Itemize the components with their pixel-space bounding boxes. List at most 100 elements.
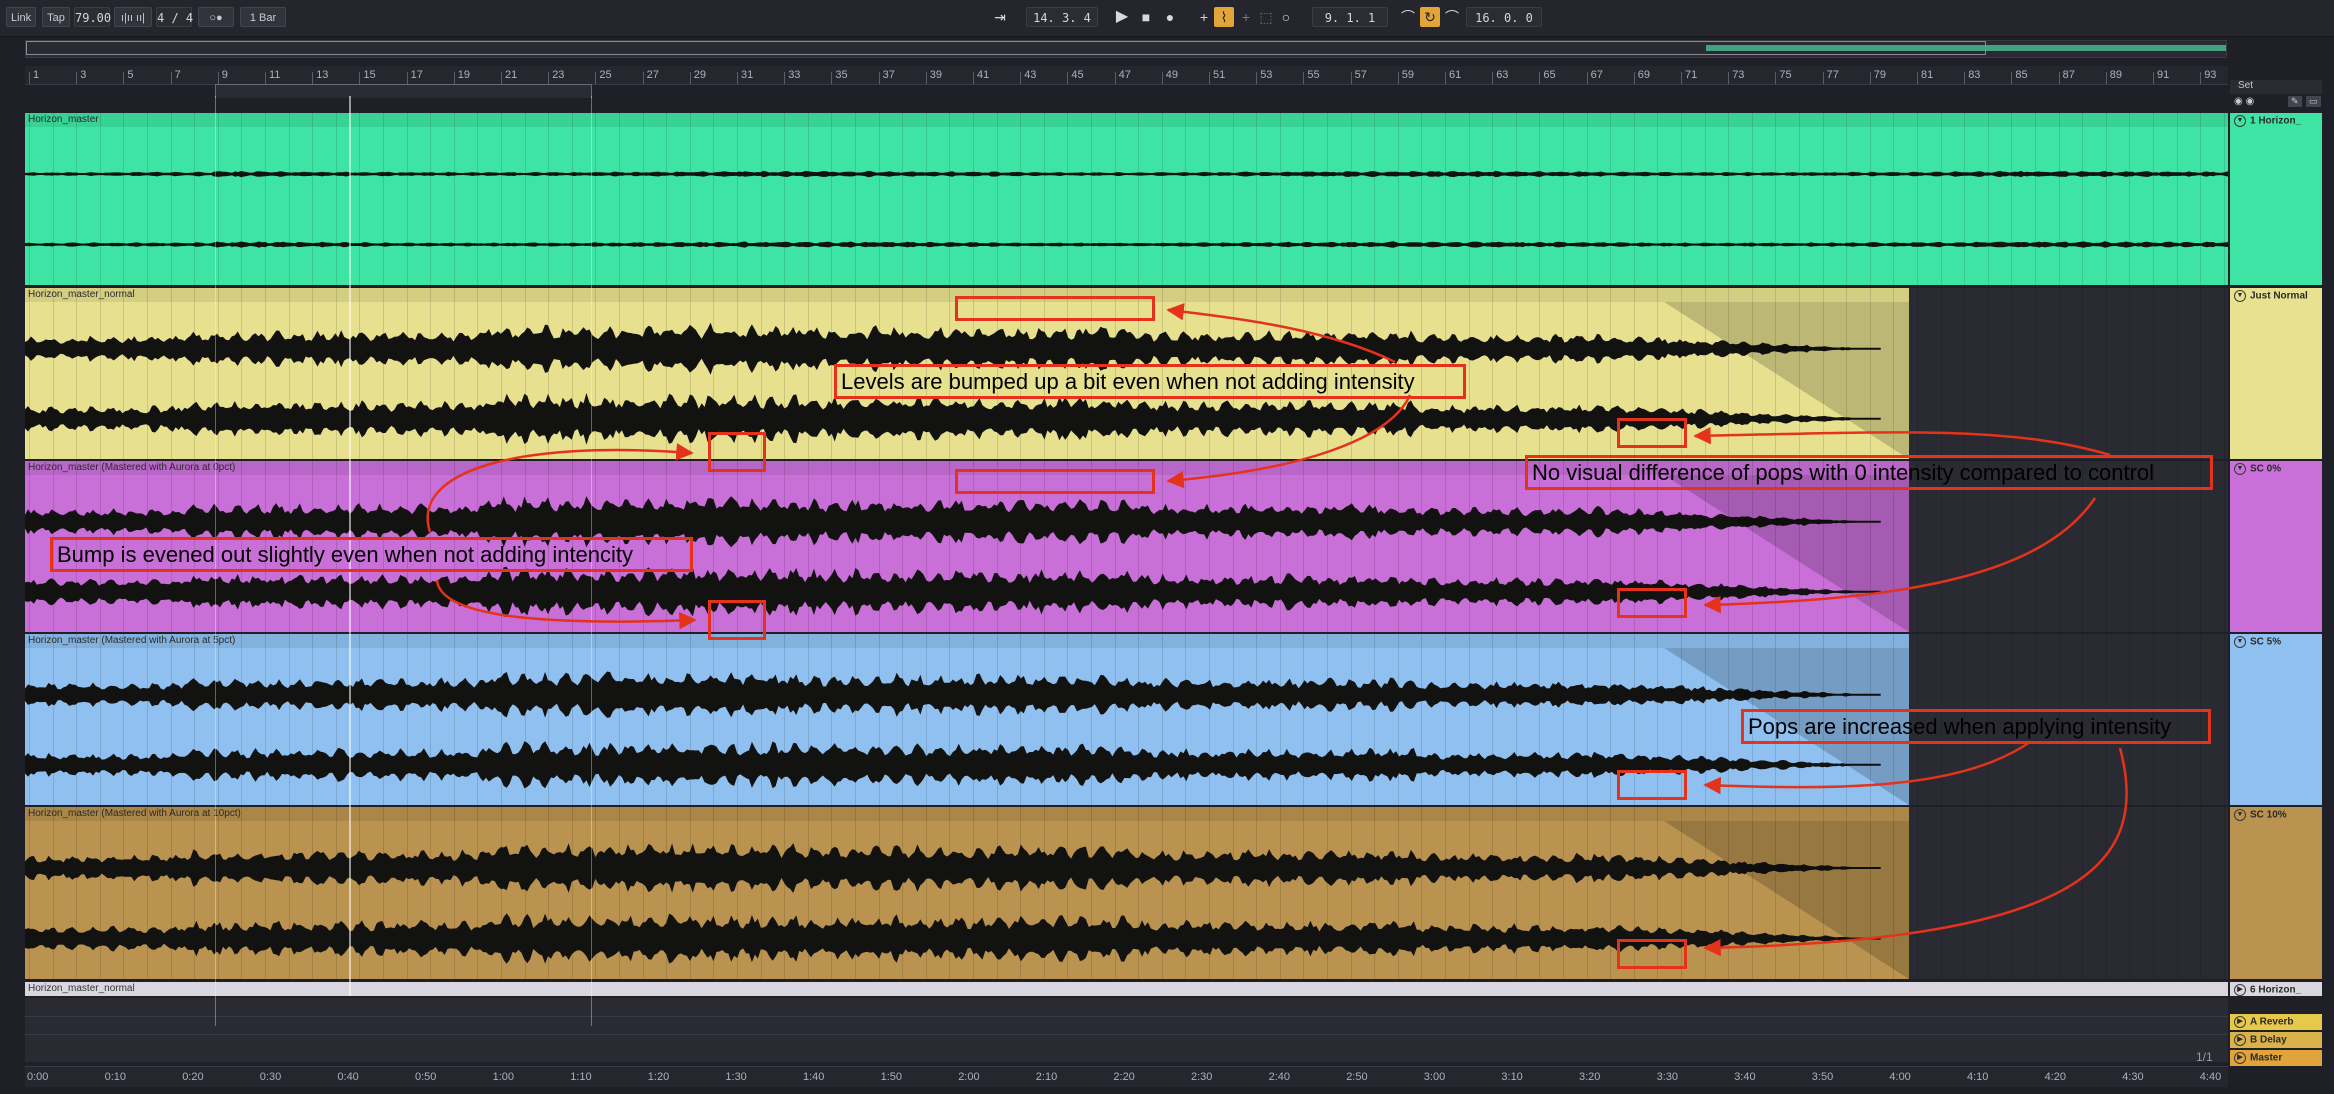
grid-line (1987, 288, 1989, 459)
collapsed-clip-name: Horizon_master_normal (28, 983, 135, 994)
grid-line (2058, 807, 2060, 979)
bar-tick (1161, 72, 1163, 84)
chevron-down-icon[interactable]: ▼ (2234, 809, 2246, 821)
tempo-field[interactable]: 79.00 (74, 7, 111, 27)
bar-tick (784, 72, 786, 84)
lock-icon[interactable]: ▭ (2306, 96, 2321, 107)
track-header[interactable]: ▼ SC 5% (2230, 634, 2322, 805)
track-lane[interactable]: Horizon_master (25, 113, 2228, 285)
record-icon[interactable]: ● (1160, 7, 1180, 27)
chevron-right-icon[interactable]: ▶ (2234, 1052, 2246, 1064)
automation-arm-icon[interactable]: ⌇ (1214, 7, 1234, 27)
return-track-b[interactable]: ▶ B Delay (2230, 1032, 2322, 1048)
grid-line (2223, 634, 2225, 805)
bar-tick (265, 72, 266, 84)
bar-number: 81 (1921, 69, 1934, 81)
bar-tick (123, 72, 125, 84)
follow-icon[interactable]: ⇥ (990, 7, 1010, 27)
set-controls: ◉ ◉ ✎ ▭ (2230, 96, 2322, 110)
loop-length-field[interactable]: 16. 0. 0 (1466, 7, 1542, 27)
reenable-automation-icon[interactable]: + (1236, 7, 1256, 27)
grid-line (2035, 807, 2036, 979)
chevron-right-icon[interactable]: ▶ (2234, 1034, 2246, 1046)
punch-in-icon[interactable]: ⌒ (1398, 7, 1418, 27)
highlight-box (1617, 770, 1687, 800)
play-icon[interactable]: ▶ (1112, 7, 1132, 27)
chevron-down-icon[interactable]: ▼ (2234, 463, 2246, 475)
fade-out-handle[interactable] (1664, 821, 1909, 979)
grid-line (2129, 288, 2131, 459)
link-button[interactable]: Link (6, 7, 36, 27)
chevron-right-icon[interactable]: ▶ (2234, 1016, 2246, 1028)
metronome-button[interactable]: ○● (198, 7, 234, 27)
bar-number: 21 (505, 69, 518, 81)
loop-start-field[interactable]: 9. 1. 1 (1312, 7, 1388, 27)
collapsed-track-lane[interactable]: Horizon_master_normal (25, 982, 2228, 996)
track-name: SC 10% (2250, 809, 2287, 821)
track-header[interactable]: ▼ SC 10% (2230, 807, 2322, 979)
waveform-channel (25, 843, 1881, 893)
bar-tick (453, 72, 455, 84)
session-record-icon[interactable]: ○ (1276, 7, 1296, 27)
chevron-down-icon[interactable]: ▼ (2234, 636, 2246, 648)
waveform-channel (25, 913, 1881, 964)
bar-tick (973, 72, 974, 84)
fade-out-handle[interactable] (1664, 475, 1909, 632)
bar-number: 35 (835, 69, 848, 81)
bar-tick (878, 72, 880, 84)
bar-tick (1539, 72, 1541, 84)
chevron-down-icon[interactable]: ▼ (2234, 290, 2246, 302)
quantize-menu[interactable]: 1 Bar (240, 7, 286, 27)
arrangement-position-field[interactable]: 14. 3. 4 (1026, 7, 1098, 27)
stop-icon[interactable]: ■ (1136, 7, 1156, 27)
master-track[interactable]: ▶ Master (2230, 1050, 2322, 1066)
grid-line (1940, 807, 1942, 979)
bar-tick (548, 72, 550, 84)
track-header[interactable]: ▼ 1 Horizon_ (2230, 113, 2322, 285)
return-track-a[interactable]: ▶ A Reverb (2230, 1014, 2322, 1030)
track-header-collapsed[interactable]: ▶ 6 Horizon_ (2230, 982, 2322, 996)
nudge-buttons[interactable]: ı|ıı ıı| (114, 7, 152, 27)
loop-switch-icon[interactable]: ↻ (1420, 7, 1440, 27)
capture-icon[interactable]: ⬚ (1256, 7, 1276, 27)
set-controls-icon[interactable]: ◉ ◉ (2234, 96, 2254, 107)
time-label: 2:20 (1113, 1071, 1135, 1083)
tap-button[interactable]: Tap (42, 7, 70, 27)
bar-number: 61 (1449, 69, 1462, 81)
bar-tick (1209, 72, 1210, 84)
track-name: 1 Horizon_ (2250, 115, 2302, 127)
bar-number: 87 (2062, 69, 2075, 81)
bar-tick (217, 72, 219, 84)
bar-number: 23 (552, 69, 565, 81)
bar-number: 51 (1213, 69, 1226, 81)
track-name: SC 5% (2250, 636, 2282, 648)
overdub-icon[interactable]: + (1194, 7, 1214, 27)
track-header[interactable]: ▼ Just Normal (2230, 288, 2322, 459)
bar-tick (1114, 72, 1116, 84)
bar-tick (1445, 72, 1446, 84)
grid-line (1940, 288, 1942, 459)
highlight-box (708, 432, 766, 472)
audio-clip[interactable]: Horizon_master (25, 113, 2228, 285)
punch-out-icon[interactable]: ⌒ (1442, 7, 1462, 27)
track-lane[interactable]: Horizon_master (Mastered with Aurora at … (25, 807, 2228, 979)
track-header[interactable]: ▼ SC 0% (2230, 461, 2322, 632)
time-label: 4:10 (1967, 1071, 1989, 1083)
grid-line (2176, 807, 2178, 979)
time-label: 0:50 (415, 1071, 437, 1083)
set-header: Set (2230, 80, 2322, 94)
bar-tick (1350, 72, 1352, 84)
fade-out-handle[interactable] (1664, 302, 1909, 459)
time-signature-field[interactable]: 4 / 4 (156, 7, 193, 27)
arrangement-overview[interactable] (25, 40, 2227, 58)
overview-visible-range[interactable] (26, 41, 1986, 55)
bar-tick (1822, 72, 1824, 84)
track-name: Just Normal (2250, 290, 2308, 302)
pencil-icon[interactable]: ✎ (2288, 96, 2302, 107)
loop-brace[interactable] (215, 84, 592, 98)
beat-time-ruler[interactable]: 1 3 5 7 9 11 13 15 17 19 21 23 25 27 29 31 33 35 37 39 41 43 4… (25, 66, 2228, 85)
return-name: Master (2250, 1052, 2283, 1064)
chevron-right-icon[interactable]: ▶ (2234, 984, 2246, 996)
time-ruler[interactable]: 0:00 0:10 0:20 0:30 0:40 0:50 1:00 1:10 1:20 1:30… (25, 1066, 2228, 1087)
chevron-down-icon[interactable]: ▼ (2234, 115, 2246, 127)
